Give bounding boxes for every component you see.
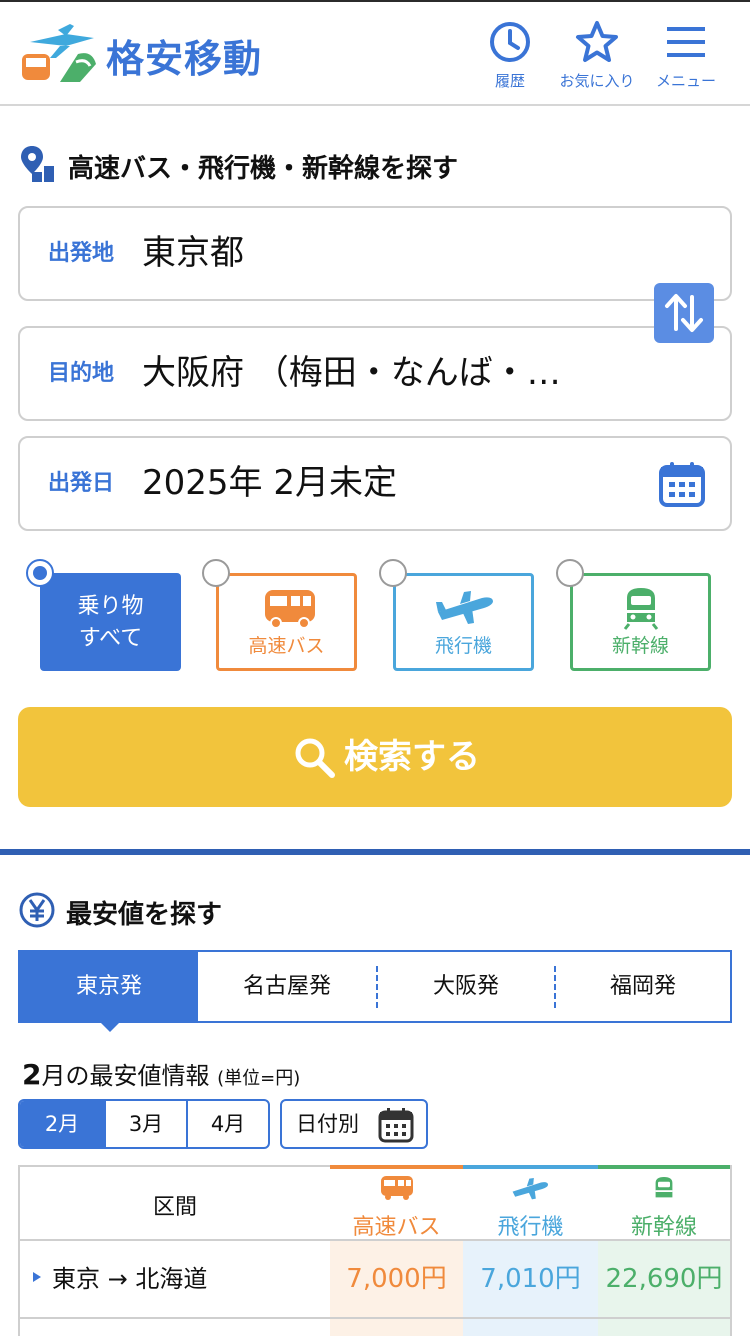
search-button-label: 検索する [344, 737, 480, 777]
row-divider [20, 1317, 730, 1319]
search-section-title: 高速バス・飛行機・新幹線を探す [68, 154, 459, 184]
menu-label: メニュー [655, 72, 716, 90]
bus-column-accent [330, 1165, 463, 1169]
tab-osaka[interactable]: 大阪発 [378, 952, 554, 1021]
train-column-accent [598, 1165, 730, 1169]
mode-plane-radio[interactable] [379, 559, 407, 587]
row-bus-price: 7,000円 [346, 1264, 447, 1294]
logo-icon [22, 24, 96, 82]
bus-icon [265, 590, 315, 629]
cheapest-section-title: 最安値を探す [66, 900, 223, 930]
header-train: 新幹線 [630, 1215, 697, 1240]
header-plane: 飛行機 [497, 1215, 564, 1240]
date-key: 出発日 [48, 471, 115, 496]
mode-bus-label: 高速バス [248, 635, 325, 657]
destination-value: 大阪府 （梅田・なんば・… [142, 353, 561, 393]
calendar-icon[interactable] [658, 460, 706, 508]
month-selector: 2月 3月 4月 [18, 1099, 270, 1149]
header-route: 区間 [152, 1195, 197, 1220]
mode-train[interactable]: 新幹線 [570, 573, 711, 671]
mode-train-radio[interactable] [556, 559, 584, 587]
departure-tabs: 東京発 名古屋発 大阪発 福岡発 [18, 950, 732, 1023]
info-unit: (単位=円) [217, 1068, 301, 1089]
date-field[interactable]: 出発日 2025年 2月未定 [18, 436, 732, 531]
mode-all[interactable]: 乗り物 すべて [40, 573, 181, 671]
favorites-button[interactable]: お気に入り [552, 20, 642, 100]
mode-plane-label: 飛行機 [434, 635, 492, 657]
mode-bus-radio[interactable] [202, 559, 230, 587]
shinkansen-icon [623, 588, 659, 630]
mode-bus[interactable]: 高速バス [216, 573, 357, 671]
departure-key: 出発地 [48, 241, 115, 266]
row-train-price: 22,690円 [605, 1264, 723, 1294]
shinkansen-icon [655, 1177, 673, 1198]
calendar-icon [378, 1108, 414, 1143]
map-pin-icon [21, 146, 54, 182]
price-table: 区間 高速バス 飛行機 新幹線 東京 → 北海道 7,000円 7,010円 2… [18, 1165, 732, 1336]
bus-icon [381, 1176, 413, 1200]
tab-fukuoka[interactable]: 福岡発 [556, 952, 730, 1021]
month-apr-button[interactable]: 4月 [188, 1101, 268, 1147]
menu-button[interactable]: メニュー [641, 20, 731, 100]
tab-tokyo[interactable]: 東京発 [20, 952, 198, 1021]
app-header: 格安移動 履歴 お気に入り メニュー [0, 0, 750, 106]
row-route: 東京 → 北海道 [52, 1265, 208, 1293]
mode-all-line2: すべて [78, 626, 143, 651]
airplane-icon [436, 591, 493, 624]
history-button[interactable]: 履歴 [465, 20, 555, 100]
month-mar-button[interactable]: 3月 [106, 1101, 186, 1147]
month-feb-button[interactable]: 2月 [20, 1101, 104, 1147]
by-date-label: 日付別 [296, 1112, 359, 1136]
airplane-icon [512, 1178, 549, 1200]
clock-icon [490, 22, 530, 62]
swap-button[interactable] [654, 283, 714, 343]
yen-icon [19, 892, 55, 928]
section-divider [0, 849, 750, 855]
swap-arrows-icon [665, 294, 703, 332]
mode-train-label: 新幹線 [611, 635, 669, 657]
hamburger-icon [667, 27, 705, 57]
departure-value: 東京都 [142, 233, 244, 273]
by-date-button[interactable]: 日付別 [280, 1099, 428, 1149]
header-bus: 高速バス [352, 1215, 441, 1240]
row-plane-price: 7,010円 [480, 1264, 581, 1294]
info-month: 2 [22, 1058, 42, 1091]
favorites-label: お気に入り [559, 72, 635, 90]
mode-all-line1: 乗り物 [77, 594, 144, 619]
info-text: 月の最安値情報 [41, 1062, 210, 1090]
tab-nagoya[interactable]: 名古屋発 [198, 952, 376, 1021]
monthly-info-title: 2月の最安値情報 (単位=円) [22, 1056, 300, 1091]
active-tab-pointer [98, 1020, 122, 1032]
triangle-right-icon [33, 1272, 41, 1282]
app-logo-text[interactable]: 格安移動 [106, 28, 262, 83]
mode-plane[interactable]: 飛行機 [393, 573, 534, 671]
plane-column-accent [463, 1165, 598, 1169]
star-icon [576, 21, 618, 62]
mode-all-radio[interactable] [26, 559, 54, 587]
search-button[interactable]: 検索する [18, 707, 732, 807]
departure-field[interactable]: 出発地 東京都 [18, 206, 732, 301]
destination-key: 目的地 [48, 361, 115, 386]
date-value: 2025年 2月未定 [142, 463, 397, 503]
history-label: 履歴 [494, 72, 525, 90]
destination-field[interactable]: 目的地 大阪府 （梅田・なんば・… [18, 326, 732, 421]
search-icon [295, 738, 335, 778]
